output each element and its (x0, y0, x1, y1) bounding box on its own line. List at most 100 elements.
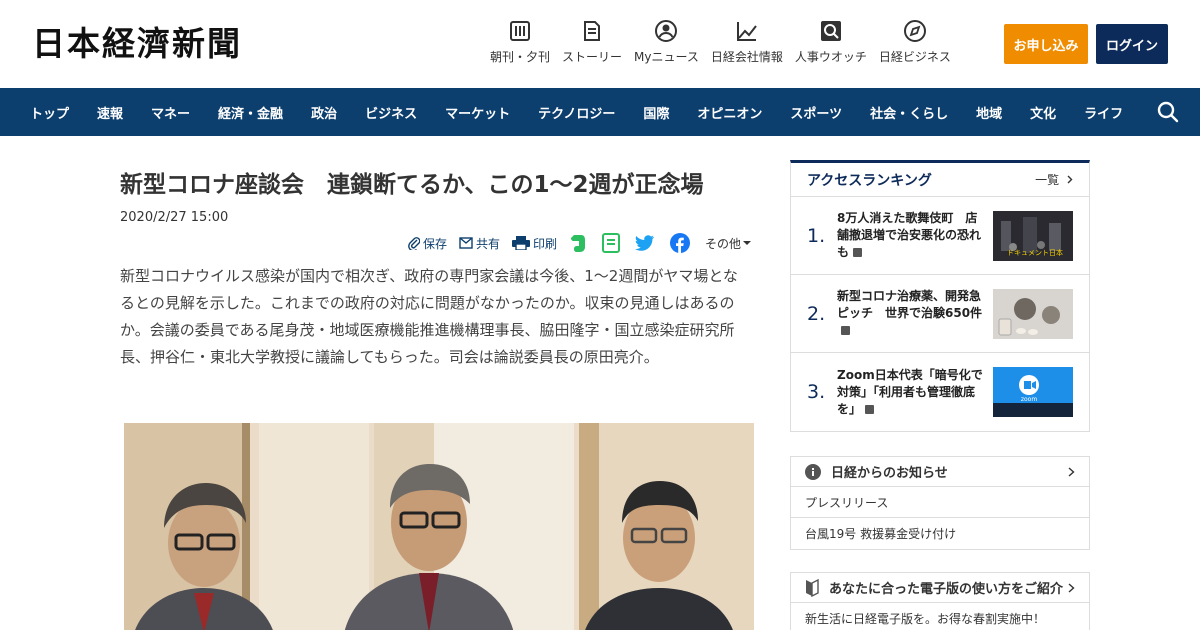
nav-item-society[interactable]: 社会・くらし (870, 103, 948, 122)
header-nav-label: 朝刊・夕刊 (490, 50, 551, 64)
header-nav-label: ストーリー (562, 50, 623, 64)
evernote-icon (570, 235, 585, 252)
chart-icon (736, 20, 758, 42)
ranking-item[interactable]: 2. 新型コロナ治療薬、開発急ピッチ 世界で治験650件 (791, 275, 1089, 353)
ranking-more-link[interactable]: 一覧 (1035, 171, 1073, 188)
notice-item[interactable]: 台風19号 救援募金受け付け (791, 518, 1089, 549)
chevron-right-icon (1067, 175, 1073, 184)
facebook-icon (669, 233, 690, 253)
nav-item-top[interactable]: トップ (30, 103, 69, 122)
compass-icon (903, 20, 926, 42)
header-nav-company[interactable]: 日経会社情報 (711, 20, 783, 65)
header-nav-story[interactable]: ストーリー (562, 20, 622, 65)
ranking-thumbnail: ドキュメント日本 (993, 210, 1073, 261)
facebook-button[interactable] (669, 233, 693, 253)
header-nav-label: 日経会社情報 (710, 50, 783, 64)
access-ranking: アクセスランキング 一覧 1. 8万人消えた歌舞伎町 店舗撤退増で治安悪化の恐れ… (790, 160, 1090, 432)
ranking-headline: 8万人消えた歌舞伎町 店舗撤退増で治安悪化の恐れも (837, 210, 985, 261)
ranking-number: 3. (807, 381, 826, 403)
share-label: 共有 (475, 236, 500, 251)
search-person-icon (820, 20, 842, 42)
site-header: 日本経濟新聞 朝刊・夕刊 ストーリー Myニュース 日経会社情報 人事ウオッチ … (0, 0, 1200, 88)
mail-icon (459, 237, 473, 249)
article-lead: 新型コロナウイルス感染が国内で相次ぎ、政府の専門家会議は今後、1～2週間がヤマ場… (120, 267, 738, 366)
clip-button[interactable] (601, 233, 623, 253)
notice-title: 日経からのお知らせ (831, 466, 948, 481)
nav-item-life[interactable]: ライフ (1084, 103, 1123, 122)
article-date: 2020/2/27 15:00 (120, 210, 229, 225)
nav-item-opinion[interactable]: オピニオン (697, 103, 762, 122)
article-title: 新型コロナ座談会 連鎖断てるか、この1～2週が正念場 (120, 172, 704, 198)
header-nav-label: 人事ウオッチ (794, 50, 867, 64)
ranking-item[interactable]: 3. Zoom日本代表「暗号化で対策」「利用者も管理徹底を」 zoom (791, 353, 1089, 431)
article: 新型コロナ座談会 連鎖断てるか、この1～2週が正念場 2020/2/27 15:… (120, 160, 754, 371)
nav-item-economy[interactable]: 経済・金融 (218, 103, 283, 122)
nav-item-culture[interactable]: 文化 (1030, 103, 1056, 122)
lock-icon (853, 248, 863, 257)
caret-down-icon (743, 241, 751, 245)
nav-item-region[interactable]: 地域 (976, 103, 1002, 122)
ranking-number: 2. (807, 302, 826, 325)
chevron-right-icon (1068, 582, 1075, 593)
header-nav-mynews[interactable]: Myニュース (634, 20, 699, 65)
lock-icon (841, 326, 850, 335)
article-photo (124, 423, 754, 630)
ranking-headline: Zoom日本代表「暗号化で対策」「利用者も管理徹底を」 (837, 367, 985, 418)
nav-item-politics[interactable]: 政治 (311, 103, 337, 122)
evernote-button[interactable] (569, 233, 590, 253)
twitter-button[interactable] (634, 235, 658, 251)
notice-box: 日経からのお知らせ プレスリリース 台風19号 救援募金受け付け (790, 456, 1090, 550)
main-nav: トップ 速報 マネー 経済・金融 政治 ビジネス マーケット テクノロジー 国際… (0, 88, 1200, 136)
nav-item-market[interactable]: マーケット (445, 103, 510, 122)
ranking-more-label: 一覧 (1035, 173, 1060, 187)
search-icon[interactable] (1156, 100, 1180, 124)
save-label: 保存 (422, 236, 447, 251)
nav-item-international[interactable]: 国際 (643, 103, 669, 122)
header-nav: 朝刊・夕刊 ストーリー Myニュース 日経会社情報 人事ウオッチ 日経ビジネス (490, 20, 963, 65)
ranking-title: アクセスランキング (807, 172, 932, 189)
subscribe-button[interactable]: お申し込み (1004, 24, 1088, 64)
paperclip-icon (408, 237, 420, 250)
ranking-item[interactable]: 1. 8万人消えた歌舞伎町 店舗撤退増で治安悪化の恐れも ドキュメント日本 (791, 197, 1089, 275)
notice-item[interactable]: プレスリリース (791, 487, 1089, 518)
guide-box: あなたに合った電子版の使い方をご紹介 新生活に日経電子版を。お得な春割実施中！ (790, 572, 1090, 630)
header-nav-business[interactable]: 日経ビジネス (879, 20, 951, 65)
nav-item-breaking[interactable]: 速報 (97, 103, 123, 122)
guide-header[interactable]: あなたに合った電子版の使い方をご紹介 (791, 573, 1089, 603)
print-button[interactable]: 印刷 (511, 235, 557, 252)
ranking-thumbnail: zoom (993, 367, 1073, 417)
user-icon (655, 20, 678, 42)
nav-item-business[interactable]: ビジネス (365, 103, 417, 122)
header-nav-label: Myニュース (634, 50, 699, 64)
chevron-right-icon (1068, 466, 1075, 477)
notice-header[interactable]: 日経からのお知らせ (791, 457, 1089, 487)
more-label: その他 (704, 236, 741, 251)
ranking-headline-text: Zoom日本代表「暗号化で対策」「利用者も管理徹底を」 (837, 367, 983, 416)
print-label: 印刷 (532, 236, 557, 251)
printer-icon (511, 236, 530, 250)
nav-item-technology[interactable]: テクノロジー (538, 103, 615, 122)
thumbnail-caption: zoom (1021, 396, 1037, 403)
guide-title: あなたに合った電子版の使い方をご紹介 (829, 582, 1064, 597)
share-button[interactable]: 共有 (459, 235, 500, 252)
save-button[interactable]: 保存 (408, 235, 447, 252)
document-icon (581, 20, 603, 42)
ranking-headline-text: 新型コロナ治療薬、開発急ピッチ 世界で治験650件 (837, 289, 983, 320)
thumbnail-caption: ドキュメント日本 (1007, 248, 1063, 257)
more-share-button[interactable]: その他 (705, 235, 754, 252)
lock-icon (865, 404, 875, 414)
guide-text[interactable]: 新生活に日経電子版を。お得な春割実施中！ (791, 603, 1089, 630)
ranking-thumbnail (993, 288, 1073, 339)
header-nav-label: 日経ビジネス (878, 50, 951, 64)
ranking-header: アクセスランキング 一覧 (791, 163, 1089, 197)
login-button[interactable]: ログイン (1096, 24, 1168, 64)
nav-item-sports[interactable]: スポーツ (790, 103, 842, 122)
beginner-mark-icon (806, 578, 819, 597)
ranking-number: 1. (807, 224, 826, 247)
site-logo[interactable]: 日本経濟新聞 (32, 26, 242, 62)
ranking-headline: 新型コロナ治療薬、開発急ピッチ 世界で治験650件 (837, 288, 985, 339)
nav-item-money[interactable]: マネー (151, 103, 190, 122)
header-nav-personnel[interactable]: 人事ウオッチ (795, 20, 867, 65)
header-nav-paper[interactable]: 朝刊・夕刊 (490, 20, 550, 65)
share-bar: 保存 共有 印刷 その他 (120, 233, 754, 253)
